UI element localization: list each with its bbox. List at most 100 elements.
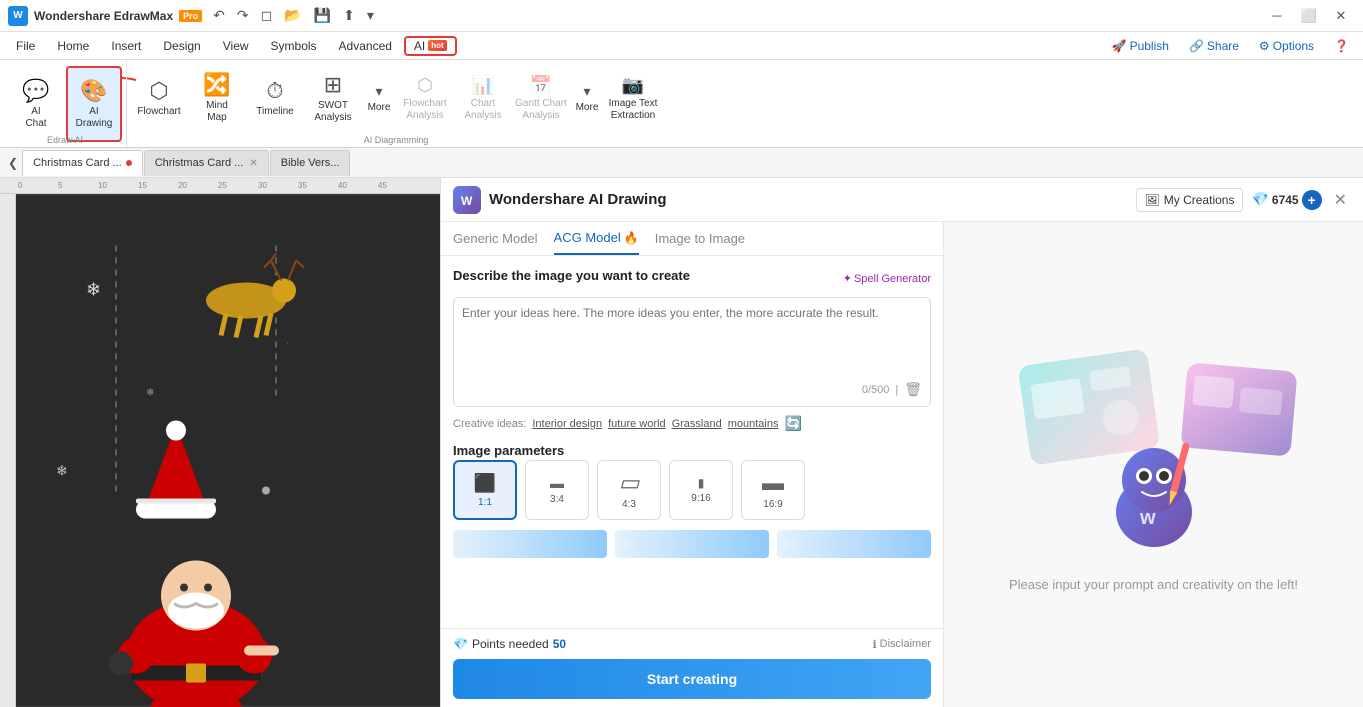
ai-panel: W Wondershare AI Drawing 🖼 My Creations … <box>440 178 1363 707</box>
close-btn[interactable]: ✕ <box>1327 6 1355 26</box>
ribbon-section-edraw-ai: 💬 AIChat 🎨 AIDrawing Edraw AI <box>4 60 127 147</box>
canvas-area: 0 5 10 15 20 25 30 35 40 45 ❄ ❄ ❄ <box>0 178 440 707</box>
mind-map-icon: 🔀 <box>203 72 230 98</box>
edraw-ai-section-label: Edraw AI <box>47 135 83 145</box>
gantt-analysis-icon: 📅 <box>530 75 552 96</box>
title-bar: W Wondershare EdrawMax Pro ↶ ↷ ◻ 📂 💾 ⬆ ▾… <box>0 0 1363 32</box>
my-creations-btn[interactable]: 🖼 My Creations <box>1136 188 1244 212</box>
menu-ai[interactable]: AI hot <box>404 36 457 56</box>
ai-drawing-btn[interactable]: 🎨 AIDrawing <box>66 66 122 142</box>
points-value: 6745 <box>1272 193 1299 207</box>
svg-text:W: W <box>461 194 473 208</box>
ai-drawing-label: AIDrawing <box>76 106 113 130</box>
tab-img2img[interactable]: Image to Image <box>655 231 745 254</box>
tab-christmas-card-2[interactable]: Christmas Card ... ✕ <box>144 150 269 176</box>
ratio-4-3-btn[interactable]: ▭ 4:3 <box>597 460 661 520</box>
tab-generic-model[interactable]: Generic Model <box>453 231 538 254</box>
ratio-9-16-btn[interactable]: ▮ 9:16 <box>669 460 733 520</box>
panel-tabs: Generic Model ACG Model 🔥 Image to Image <box>441 222 943 256</box>
disclaimer-link[interactable]: ℹ Disclaimer <box>872 638 931 651</box>
close-panel-btn[interactable]: ✕ <box>1330 188 1351 212</box>
help-btn[interactable]: ❓ <box>1326 37 1357 55</box>
swot-label: SWOTAnalysis <box>314 100 351 124</box>
menu-view[interactable]: View <box>213 37 259 55</box>
menu-symbols[interactable]: Symbols <box>261 37 327 55</box>
svg-text:❄: ❄ <box>56 463 68 479</box>
ratio-16-9-icon: ▬ <box>762 470 784 496</box>
panel-content[interactable]: Describe the image you want to create ✦ … <box>441 256 943 628</box>
app-name: Wondershare EdrawMax <box>34 9 173 23</box>
my-creations-label: My Creations <box>1164 193 1235 207</box>
share-btn[interactable]: 🔗 Share <box>1181 37 1247 55</box>
toolbar-icons: ↶ ↷ ◻ 📂 💾 ⬆ ▾ <box>208 5 379 26</box>
canvas-content[interactable]: ❄ ❄ ❄ ❄ · <box>16 194 440 707</box>
more1-btn[interactable]: ▾ More <box>363 60 395 136</box>
undo-btn[interactable]: ↶ <box>208 5 230 26</box>
ai-diagramming-section-label: AI Diagramming <box>364 135 429 145</box>
swot-btn[interactable]: ⊞ SWOTAnalysis <box>305 60 361 136</box>
more-toolbar-btn[interactable]: ▾ <box>362 5 379 26</box>
menu-home[interactable]: Home <box>47 37 99 55</box>
svg-text:w: w <box>1139 507 1156 529</box>
acg-label: ACG Model <box>554 230 621 245</box>
tab-label-3: Bible Vers... <box>281 157 340 169</box>
menu-advanced[interactable]: Advanced <box>329 37 402 55</box>
style-slider[interactable] <box>453 530 607 558</box>
tab-label-1: Christmas Card ... <box>33 157 122 169</box>
idea-grassland[interactable]: Grassland <box>672 418 722 430</box>
panel-right: w Please input your prompt and creativit… <box>943 222 1363 707</box>
open-btn[interactable]: 📂 <box>279 5 306 26</box>
export-btn[interactable]: ⬆ <box>338 5 360 26</box>
new-btn[interactable]: ◻ <box>256 5 278 26</box>
ai-drawing-icon: 🎨 <box>80 78 107 104</box>
ratio-16-9-label: 16:9 <box>763 499 782 510</box>
ruler-horizontal: 0 5 10 15 20 25 30 35 40 45 <box>0 178 440 194</box>
tab-unsaved-dot-1 <box>126 160 132 166</box>
ai-chat-btn[interactable]: 💬 AIChat <box>8 66 64 142</box>
ai-chat-icon: 💬 <box>22 78 49 104</box>
tab-nav-prev[interactable]: ❮ <box>4 156 22 170</box>
redo-btn[interactable]: ↷ <box>232 5 254 26</box>
text-area-footer: 0/500 | 🗑 <box>462 381 922 398</box>
style-slider-3[interactable] <box>777 530 931 558</box>
image-text-icon: 📷 <box>622 75 644 96</box>
mind-map-label: MindMap <box>206 100 228 124</box>
tab-bible-verse[interactable]: Bible Vers... <box>270 150 351 176</box>
spell-generator-link[interactable]: ✦ Spell Generator <box>843 272 931 285</box>
ratio-1-1-btn[interactable]: ⬛ 1:1 <box>453 460 517 520</box>
delete-text-btn[interactable]: 🗑 <box>904 381 922 398</box>
tab-close-2[interactable]: ✕ <box>249 158 257 169</box>
robot-svg: w <box>1104 442 1204 552</box>
flowchart-btn[interactable]: ⬡ Flowchart <box>131 60 187 136</box>
refresh-ideas-btn[interactable]: 🔄 <box>784 415 801 432</box>
mind-map-btn[interactable]: 🔀 MindMap <box>189 60 245 136</box>
chart-analysis-icon: 📊 <box>472 75 494 96</box>
start-creating-btn[interactable]: Start creating <box>453 659 931 699</box>
tab-label-2: Christmas Card ... <box>155 157 244 169</box>
menu-design[interactable]: Design <box>153 37 210 55</box>
tab-acg-model[interactable]: ACG Model 🔥 <box>554 230 639 255</box>
idea-interior-design[interactable]: Interior design <box>532 418 602 430</box>
prompt-textarea[interactable] <box>462 306 922 376</box>
save-btn[interactable]: 💾 <box>309 5 336 26</box>
idea-mountains[interactable]: mountains <box>728 418 779 430</box>
menu-file[interactable]: File <box>6 37 45 55</box>
ratio-9-16-icon: ▮ <box>698 476 705 490</box>
points-needed-val: 50 <box>553 637 566 651</box>
tab-christmas-card-1[interactable]: Christmas Card ... <box>22 150 143 176</box>
minimize-btn[interactable]: ─ <box>1263 6 1291 26</box>
add-points-btn[interactable]: + <box>1302 190 1322 210</box>
idea-future-world[interactable]: future world <box>608 418 665 430</box>
style-slider-2[interactable] <box>615 530 769 558</box>
image-text-btn[interactable]: 📷 Image TextExtraction <box>605 60 661 136</box>
timeline-btn[interactable]: ⏱ Timeline <box>247 60 303 136</box>
ratio-3-4-btn[interactable]: ▬ 3:4 <box>525 460 589 520</box>
options-btn[interactable]: ⚙ Options <box>1251 37 1322 55</box>
menu-insert[interactable]: Insert <box>101 37 151 55</box>
points-needed-label: Points needed <box>472 637 549 651</box>
publish-btn[interactable]: 🚀 Publish <box>1104 37 1177 55</box>
maximize-btn[interactable]: ⬜ <box>1295 6 1323 26</box>
ratio-16-9-btn[interactable]: ▬ 16:9 <box>741 460 805 520</box>
more2-btn[interactable]: ▾ More <box>571 60 603 136</box>
spell-gen-text: Spell Generator <box>854 273 931 285</box>
